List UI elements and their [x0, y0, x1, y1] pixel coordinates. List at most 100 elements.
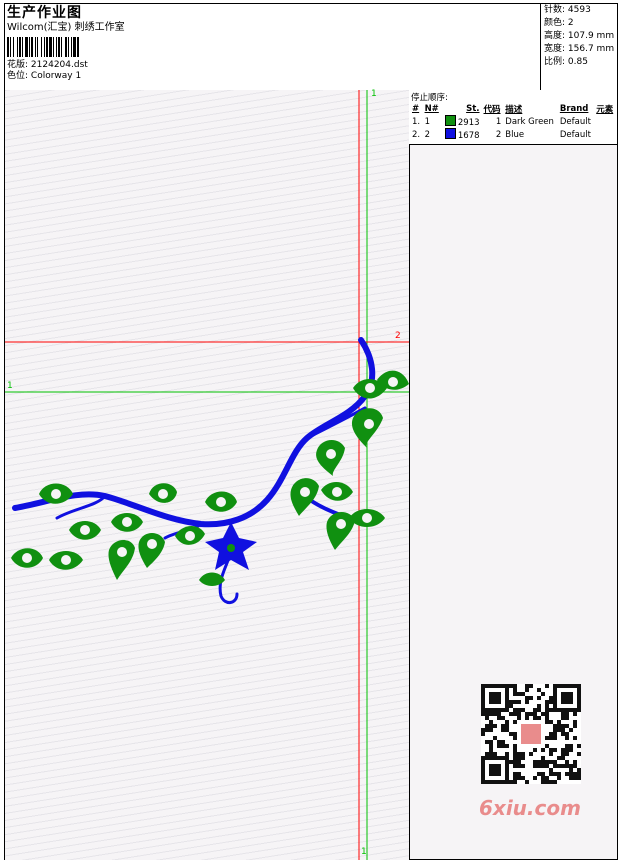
qr-module — [561, 732, 565, 736]
design-file-line: 花版: 2124204.dst — [7, 60, 537, 71]
qr-module — [497, 716, 501, 720]
qr-module — [509, 760, 513, 764]
color-count: 颜色: 2 — [544, 17, 617, 30]
row-brand: Default — [559, 129, 591, 140]
design-height: 高度: 107.9 mm — [544, 30, 617, 43]
qr-module — [553, 732, 557, 736]
qr-module — [509, 712, 513, 716]
qr-module — [537, 764, 541, 768]
qr-module — [541, 748, 545, 752]
qr-module — [533, 764, 537, 768]
qr-module — [521, 776, 525, 780]
qr-module — [537, 760, 541, 764]
qr-module — [549, 696, 553, 700]
qr-module — [517, 716, 521, 720]
qr-module — [553, 736, 557, 740]
qr-module — [489, 744, 493, 748]
color-count-label: 颜色: — [544, 18, 566, 28]
barcode — [7, 37, 141, 57]
qr-module — [561, 752, 565, 756]
qr-module — [557, 776, 561, 780]
green-vertical-guide-label-bottom: 1 — [361, 847, 367, 857]
qr-module — [541, 764, 545, 768]
qr-module — [541, 760, 545, 764]
qr-module — [565, 716, 569, 720]
col-brand: Brand — [559, 103, 589, 114]
colorway-value: Colorway 1 — [30, 71, 82, 81]
qr-module — [549, 780, 553, 784]
qr-module — [553, 724, 557, 728]
qr-module — [517, 752, 521, 756]
embroidery-preview — [5, 90, 409, 860]
qr-module — [553, 728, 557, 732]
qr-module — [489, 692, 501, 704]
qr-module — [545, 744, 549, 748]
qr-module — [549, 748, 553, 752]
row-element — [594, 115, 616, 128]
qr-module — [561, 728, 565, 732]
company-name: Wilcom(汇宝) 刺绣工作室 — [7, 22, 125, 33]
qr-module — [549, 772, 553, 776]
qr-module — [517, 764, 521, 768]
qr-module — [565, 724, 569, 728]
qr-module — [545, 736, 549, 740]
qr-module — [513, 756, 517, 760]
qr-module — [577, 776, 581, 780]
qr-module — [577, 744, 581, 748]
col-num: # — [412, 103, 420, 114]
col-needle: N# — [424, 103, 439, 114]
qr-module — [545, 700, 549, 704]
qr-module — [549, 752, 553, 756]
qr-module — [569, 776, 573, 780]
qr-module — [497, 712, 501, 716]
page-title: 生产作业图 — [7, 5, 82, 21]
qr-module — [501, 744, 505, 748]
qr-module — [565, 752, 569, 756]
row-stitches: 2913 — [441, 115, 481, 128]
qr-module — [549, 760, 553, 764]
qr-module — [561, 716, 565, 720]
qr-module — [513, 736, 517, 740]
row-stitches-value: 1678 — [457, 131, 480, 141]
color-swatch — [444, 115, 456, 126]
qr-module — [561, 712, 565, 716]
qr-module — [485, 716, 489, 720]
qr-module — [565, 764, 569, 768]
qr-module — [513, 732, 517, 736]
qr-module — [545, 712, 549, 716]
qr-module — [549, 708, 553, 712]
qr-module — [545, 760, 549, 764]
qr-module — [497, 740, 501, 744]
table-row: 1. 1 2913 1 Dark Green Default — [410, 115, 616, 128]
design-scale-value: 0.85 — [567, 57, 588, 67]
qr-module — [569, 772, 573, 776]
qr-module — [545, 776, 549, 780]
qr-module — [557, 728, 561, 732]
qr-module — [569, 744, 573, 748]
qr-module — [489, 740, 493, 744]
qr-module — [553, 748, 557, 752]
qr-module — [485, 712, 489, 716]
qr-module — [513, 744, 517, 748]
col-stitches: St. — [466, 103, 480, 114]
sheet-header: 生产作业图 Wilcom(汇宝) 刺绣工作室 花版: 2124204.dst 色… — [5, 4, 617, 91]
qr-module — [521, 752, 525, 756]
qr-module — [553, 780, 557, 784]
row-stitches: 1678 — [441, 128, 481, 141]
qr-module — [533, 776, 537, 780]
qr-module — [505, 728, 509, 732]
row-needle: 1 — [424, 116, 430, 127]
qr-module — [481, 728, 485, 732]
qr-module — [529, 696, 533, 700]
qr-module — [493, 724, 497, 728]
qr-module — [569, 748, 573, 752]
qr-module — [521, 692, 525, 696]
qr-module — [553, 764, 557, 768]
design-canvas: 1 1 2 1 — [5, 89, 410, 860]
qr-module — [573, 712, 577, 716]
qr-module — [525, 716, 529, 720]
qr-module — [537, 688, 541, 692]
qr-module — [565, 712, 569, 716]
qr-module — [541, 712, 545, 716]
qr-module — [525, 696, 529, 700]
